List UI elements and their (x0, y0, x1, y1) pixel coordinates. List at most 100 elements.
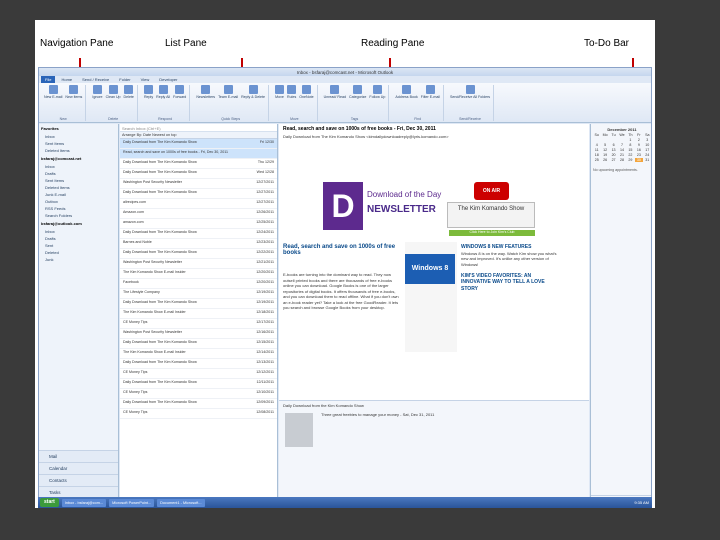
tab-send-receive[interactable]: Send / Receive (78, 76, 113, 83)
calendar-day[interactable]: 23 (635, 153, 642, 157)
calendar-day[interactable]: 30 (635, 158, 643, 162)
tab-file[interactable]: File (41, 76, 56, 83)
ribbon-button[interactable]: Rules (287, 85, 296, 99)
calendar-month[interactable]: December 2011 (593, 126, 651, 133)
taskbar-item[interactable]: Inbox - bsfaraj@com... (61, 498, 107, 507)
calendar-day[interactable]: 5 (601, 143, 608, 147)
calendar-day[interactable]: 10 (644, 143, 651, 147)
message-row[interactable]: Daily Download from The Kim Komando Show… (120, 299, 277, 309)
message-row[interactable]: Washington Post Security Newsletter 12/16… (120, 329, 277, 339)
folder-item[interactable]: Inbox (39, 163, 118, 170)
folder-item[interactable]: Sent Items (39, 140, 118, 147)
tab-folder[interactable]: Folder (115, 76, 134, 83)
message-row[interactable]: Washington Post Security Newsletter 12/27… (120, 179, 277, 189)
tab-view[interactable]: View (137, 76, 154, 83)
right-headline[interactable]: WINDOWS 8 NEW FEATURES (461, 244, 531, 250)
ribbon-button[interactable]: Delete (124, 85, 134, 99)
folder-item[interactable]: Sent (39, 242, 118, 249)
folder-item[interactable]: RSS Feeds (39, 205, 118, 212)
calendar-day[interactable]: 1 (627, 138, 634, 142)
calendar-day[interactable]: 28 (618, 158, 625, 162)
message-row[interactable]: amazon.com 12/25/2011 (120, 219, 277, 229)
ribbon-button[interactable]: OneNote (299, 85, 314, 99)
ribbon-button[interactable]: Unread/ Read (324, 85, 346, 99)
account-header[interactable]: bsfaraj@outlook.com (39, 219, 118, 228)
calendar-day[interactable]: 8 (627, 143, 634, 147)
calendar-day[interactable]: 18 (593, 153, 600, 157)
nav-button-contacts[interactable]: Contacts (39, 474, 118, 486)
folder-item[interactable]: Drafts (39, 235, 118, 242)
message-row[interactable]: The Kim Komando Show E-mail Insider 12/14… (120, 349, 277, 359)
calendar-day[interactable]: 7 (618, 143, 625, 147)
account-header[interactable]: bsfaraj@comcast.net (39, 154, 118, 163)
ribbon-button[interactable]: Reply All (156, 85, 170, 99)
message-row[interactable]: Read, search and save on 1000s of free b… (120, 149, 277, 159)
folder-item[interactable]: Junk E-mail (39, 191, 118, 198)
message-row[interactable]: Daily Download from The Kim Komando Show… (120, 169, 277, 179)
folder-item[interactable]: Inbox (39, 228, 118, 235)
start-button[interactable]: start (40, 498, 59, 507)
nav-button-calendar[interactable]: Calendar (39, 462, 118, 474)
nav-button-mail[interactable]: Mail (39, 450, 118, 462)
calendar-day[interactable]: 19 (601, 153, 608, 157)
calendar-day[interactable]: 13 (610, 148, 617, 152)
article-headline[interactable]: Read, search and save on 1000s of free b… (283, 244, 401, 256)
folder-item[interactable]: Drafts (39, 170, 118, 177)
arrange-header[interactable]: Arrange By: Date Newest on top (120, 132, 277, 139)
message-row[interactable]: Amazon.com 12/26/2011 (120, 209, 277, 219)
message-row[interactable]: Daily Download from The Kim Komando Show… (120, 379, 277, 389)
calendar-day[interactable]: 25 (593, 158, 600, 162)
people-pane-item[interactable]: Three great freebies to manage your mone… (317, 410, 589, 419)
ribbon-button[interactable]: Ignore (92, 85, 103, 99)
calendar-day[interactable]: 16 (635, 148, 642, 152)
message-row[interactable]: The Lifestyle Company 12/19/2011 (120, 289, 277, 299)
folder-item[interactable]: Deleted (39, 249, 118, 256)
message-row[interactable]: The Kim Komando Show E-mail Insider 12/18… (120, 309, 277, 319)
calendar-day[interactable]: 2 (635, 138, 642, 142)
ribbon-button[interactable]: Forward (173, 85, 186, 99)
calendar-day[interactable]: 12 (601, 148, 608, 152)
calendar-day[interactable]: 6 (610, 143, 617, 147)
calendar-day[interactable]: 11 (593, 148, 600, 152)
ribbon-button[interactable]: Clean Up (106, 85, 121, 99)
folder-item[interactable]: Deleted Items (39, 147, 118, 154)
message-row[interactable]: Daily Download from The Kim Komando Show… (120, 229, 277, 239)
message-row[interactable]: CE Money Tips 12/10/2011 (120, 389, 277, 399)
calendar-day[interactable]: 9 (635, 143, 642, 147)
ribbon-button[interactable]: New Items (65, 85, 82, 99)
folder-item[interactable]: Inbox (39, 133, 118, 140)
ribbon-button[interactable]: New E-mail (44, 85, 62, 99)
calendar-day[interactable]: 21 (618, 153, 625, 157)
taskbar-item[interactable]: Microsoft PowerPoint... (109, 498, 155, 507)
calendar-day[interactable]: 4 (593, 143, 600, 147)
calendar-day[interactable]: 22 (627, 153, 634, 157)
calendar-day[interactable]: 17 (644, 148, 651, 152)
calendar-day[interactable]: 3 (644, 138, 651, 142)
search-input[interactable]: Search Inbox (Ctrl+E) (120, 124, 277, 132)
join-club-link[interactable]: Click Here to Join Kim's Club (449, 230, 535, 236)
ribbon-button[interactable]: Address Book (395, 85, 418, 99)
tab-home[interactable]: Home (57, 76, 76, 83)
message-row[interactable]: CE Money Tips 12/08/2011 (120, 409, 277, 419)
calendar-day[interactable]: 24 (644, 153, 651, 157)
ribbon-button[interactable]: Filter E-mail (421, 85, 440, 99)
message-row[interactable]: Facebook 12/20/2011 (120, 279, 277, 289)
calendar-day[interactable]: 27 (610, 158, 617, 162)
message-row[interactable]: allrecipes.com 12/27/2011 (120, 199, 277, 209)
favorites-header[interactable]: Favorites (39, 124, 118, 133)
message-row[interactable]: Barnes and Noble 12/23/2011 (120, 239, 277, 249)
message-row[interactable]: Daily Download from The Kim Komando Show… (120, 359, 277, 369)
folder-item[interactable]: Junk (39, 256, 118, 263)
message-row[interactable]: Daily Download from The Kim Komando Show… (120, 249, 277, 259)
folder-item[interactable]: Outbox (39, 198, 118, 205)
folder-item[interactable]: Sent Items (39, 177, 118, 184)
ribbon-button[interactable]: Reply (144, 85, 153, 99)
ribbon-button[interactable]: Categorize (349, 85, 366, 99)
ribbon-button[interactable]: Send/Receive All Folders (450, 85, 490, 99)
calendar-day[interactable]: 31 (644, 158, 651, 162)
message-row[interactable]: Daily Download from The Kim Komando Show… (120, 159, 277, 169)
ribbon-button[interactable]: Reply & Delete (241, 85, 265, 99)
taskbar-item[interactable]: Document1 - Microsoft... (157, 498, 205, 507)
message-row[interactable]: CE Money Tips 12/12/2011 (120, 369, 277, 379)
ribbon-button[interactable]: Newsletters (196, 85, 215, 99)
